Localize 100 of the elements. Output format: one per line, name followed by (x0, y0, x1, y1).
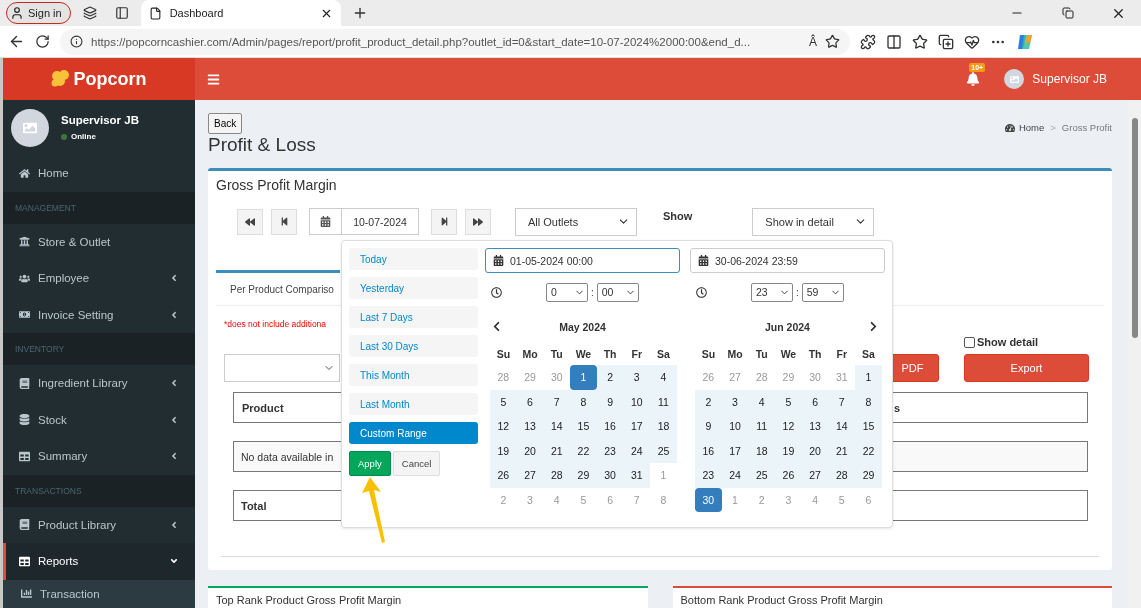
brand-logo[interactable]: Popcorn (3, 58, 195, 100)
first-button[interactable] (237, 208, 263, 235)
calendar-day[interactable]: 16 (695, 438, 722, 463)
show-detail-checkbox[interactable]: Show detail (964, 336, 1089, 348)
calendar-day[interactable]: 4 (748, 389, 776, 414)
minute-select[interactable]: 59 (801, 282, 844, 302)
back-icon[interactable] (8, 33, 25, 50)
calendar-day[interactable]: 17 (623, 414, 651, 439)
range-preset[interactable]: Yesterday (349, 277, 478, 299)
calendar-day[interactable]: 10 (623, 389, 651, 414)
calendar-day[interactable]: 12 (490, 414, 517, 439)
user-menu[interactable]: Supervisor JB (998, 68, 1113, 90)
sidebar-item[interactable]: Employee (3, 260, 195, 297)
outlet-select[interactable]: All Outlets (515, 207, 637, 236)
calendar-day[interactable]: 2 (695, 389, 722, 414)
browser-tab[interactable]: Dashboard (140, 0, 341, 26)
sidebar-item[interactable]: Home (3, 155, 195, 192)
calendar-day[interactable]: 29 (570, 463, 597, 488)
calendar-day[interactable]: 22 (855, 438, 882, 463)
calendar-day[interactable]: 18 (748, 438, 776, 463)
hour-select[interactable]: 23 (751, 282, 793, 302)
calendar-day[interactable]: 27 (516, 463, 544, 488)
calendar-day[interactable]: 21 (828, 438, 856, 463)
calendar-day[interactable]: 19 (775, 438, 802, 463)
calendar-day[interactable]: 25 (650, 438, 677, 463)
calendar-day[interactable]: 30 (695, 487, 722, 512)
calendar-day[interactable]: 29 (855, 463, 882, 488)
previous-month-icon[interactable] (491, 321, 502, 332)
calendar-day[interactable]: 10 (721, 414, 749, 439)
breadcrumb-link[interactable]: Home (1004, 122, 1045, 133)
range-preset[interactable]: Custom Range (349, 422, 478, 444)
date-field[interactable]: 10-07-2024 (309, 208, 419, 235)
calendar-day[interactable]: 7 (543, 389, 571, 414)
minute-select[interactable]: 00 (596, 282, 639, 302)
calendar-day[interactable]: 28 (828, 463, 856, 488)
copilot-icon[interactable] (1016, 32, 1034, 51)
calendar-day[interactable]: 11 (748, 414, 776, 439)
range-preset[interactable]: This Month (349, 364, 478, 386)
notification-button[interactable] (966, 72, 981, 86)
sidebar-item[interactable]: Product Library (3, 506, 195, 543)
profile-button[interactable]: Sign in (6, 2, 71, 24)
hour-select[interactable]: 0 (546, 282, 588, 302)
calendar-day[interactable]: 31 (623, 463, 651, 488)
scrollbar[interactable] (1128, 100, 1141, 608)
sidebar-item[interactable]: Ingredient Library (3, 365, 195, 402)
sidebar-item[interactable]: Store & Outlet (3, 223, 195, 260)
calendar-day[interactable]: 16 (596, 414, 624, 439)
range-preset[interactable]: Last Month (349, 393, 478, 415)
info-icon[interactable] (70, 35, 83, 48)
calendar-day[interactable]: 8 (570, 389, 597, 414)
star-icon[interactable] (825, 34, 840, 49)
extensions-icon[interactable] (860, 33, 876, 50)
heart-pulse-icon[interactable] (964, 33, 980, 50)
range-preset[interactable]: Today (349, 248, 478, 270)
calendar-day[interactable]: 25 (748, 463, 776, 488)
sidebar-item[interactable]: Reports (3, 543, 195, 580)
collections-icon[interactable] (938, 33, 954, 50)
calendar-day[interactable]: 3 (623, 365, 651, 390)
range-preset[interactable]: Last 30 Days (349, 335, 478, 357)
calendar-day[interactable]: 8 (855, 389, 882, 414)
calendar-day[interactable]: 24 (721, 463, 749, 488)
next-month-icon[interactable] (868, 321, 879, 332)
sidebar-item[interactable]: Stock (3, 401, 195, 438)
next-button[interactable] (431, 208, 457, 235)
calendar-day[interactable]: 24 (623, 438, 651, 463)
calendar-day[interactable]: 23 (695, 463, 722, 488)
calendar-day[interactable]: 13 (801, 414, 829, 439)
calendar-day[interactable]: 9 (695, 414, 722, 439)
calendar-day[interactable]: 22 (570, 438, 597, 463)
export-button[interactable]: Export (964, 354, 1089, 382)
calendar-day[interactable]: 1 (855, 365, 882, 390)
calendar-day[interactable]: 7 (828, 389, 856, 414)
calendar-day[interactable]: 19 (490, 438, 517, 463)
calendar-day[interactable]: 15 (855, 414, 882, 439)
calendar-day[interactable]: 2 (596, 365, 624, 390)
calendar-day[interactable]: 12 (775, 414, 802, 439)
cancel-button[interactable]: Cancel (392, 451, 441, 476)
calendar-day[interactable]: 26 (775, 463, 802, 488)
calendar-day[interactable]: 14 (828, 414, 856, 439)
calendar-day[interactable]: 5 (490, 389, 517, 414)
reload-icon[interactable] (35, 34, 50, 49)
address-bar[interactable]: https://popcorncashier.com/Admin/pages/report/profit_product_detail.php?outlet_id=0&start_date=10-07-2024%2000:00&end_d... Â (60, 28, 850, 55)
sidebar-item[interactable]: Invoice Setting (3, 296, 195, 333)
calendar-day[interactable]: 27 (801, 463, 829, 488)
previous-button[interactable] (271, 208, 297, 235)
calendar-day[interactable]: 11 (650, 389, 677, 414)
calendar-day[interactable]: 5 (775, 389, 802, 414)
calendar-day[interactable]: 18 (650, 414, 677, 439)
calendar-day[interactable]: 30 (596, 463, 624, 488)
split-screen-icon[interactable] (886, 33, 902, 50)
view-select[interactable]: Show in detail (752, 207, 875, 236)
range-preset[interactable]: Last 7 Days (349, 306, 478, 328)
date-time-field[interactable]: 01-05-2024 00:00 (485, 248, 680, 273)
calendar-day[interactable]: 1 (570, 365, 597, 390)
calendar-day[interactable]: 15 (570, 414, 597, 439)
sidebar-item[interactable]: Summary (3, 438, 195, 475)
favorites-icon[interactable] (912, 33, 928, 50)
calendar-day[interactable]: 26 (490, 463, 517, 488)
date-time-field[interactable]: 30-06-2024 23:59 (690, 248, 885, 273)
last-button[interactable] (465, 208, 491, 235)
